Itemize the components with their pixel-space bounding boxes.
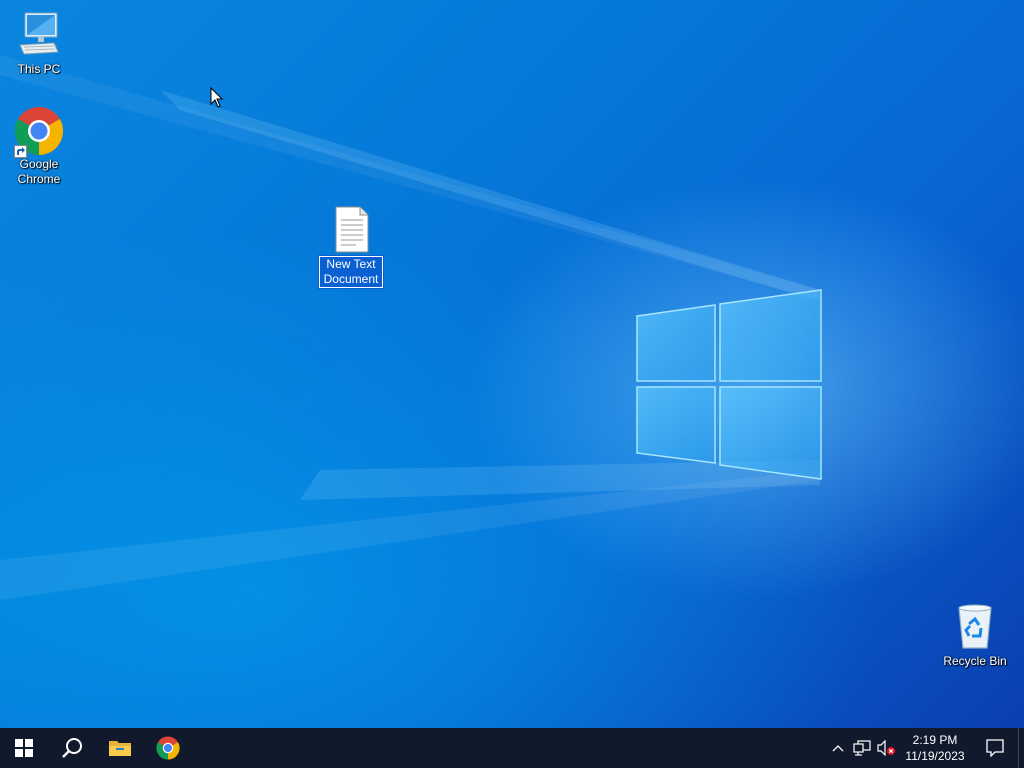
windows-logo-graphic: [636, 289, 822, 480]
desktop-icon-this-pc[interactable]: This PC: [1, 10, 77, 78]
network-icon: [853, 740, 871, 756]
windows-logo-icon: [15, 739, 33, 757]
chrome-icon: [156, 736, 180, 760]
desktop-icon-label[interactable]: New Text Document: [317, 255, 385, 289]
desktop[interactable]: This PC Google Chrome New Text Document …: [0, 0, 1024, 728]
clock-time: 2:19 PM: [912, 733, 958, 747]
system-tray: 2:19 PM 11/19/2023: [826, 728, 1024, 768]
desktop-icon-label: This PC: [17, 62, 61, 76]
file-explorer-button[interactable]: [96, 728, 144, 768]
desktop-icon-label: Recycle Bin: [943, 654, 1007, 668]
text-file-icon: [326, 205, 376, 255]
search-button[interactable]: [48, 728, 96, 768]
taskbar: 2:19 PM 11/19/2023: [0, 728, 1024, 768]
desktop-icon-recycle-bin[interactable]: Recycle Bin: [937, 602, 1013, 670]
computer-icon: [14, 10, 64, 60]
search-icon: [62, 738, 82, 758]
desktop-icon-google-chrome[interactable]: Google Chrome: [1, 106, 77, 188]
mouse-cursor-icon: [210, 87, 224, 108]
folder-icon: [109, 741, 131, 756]
clock[interactable]: 2:19 PM 11/19/2023: [898, 732, 972, 764]
volume-button[interactable]: [874, 728, 898, 768]
network-button[interactable]: [850, 728, 874, 768]
chevron-up-icon: [832, 745, 844, 752]
desktop-icon-label: Google Chrome: [17, 157, 61, 186]
chrome-taskbar-button[interactable]: [144, 728, 192, 768]
chrome-icon: [14, 106, 64, 158]
start-button[interactable]: [0, 728, 48, 768]
action-center-icon: [986, 739, 1004, 757]
volume-muted-icon: [877, 740, 895, 756]
shortcut-arrow-icon: [14, 145, 27, 158]
wallpaper: [0, 55, 822, 600]
recycle-bin-icon: [950, 602, 1000, 652]
desktop-icon-new-text-document[interactable]: New Text Document: [313, 205, 389, 289]
show-hidden-icons-button[interactable]: [826, 728, 850, 768]
action-center-button[interactable]: [972, 728, 1018, 768]
show-desktop-button[interactable]: [1018, 728, 1024, 768]
clock-date: 11/19/2023: [905, 749, 965, 763]
